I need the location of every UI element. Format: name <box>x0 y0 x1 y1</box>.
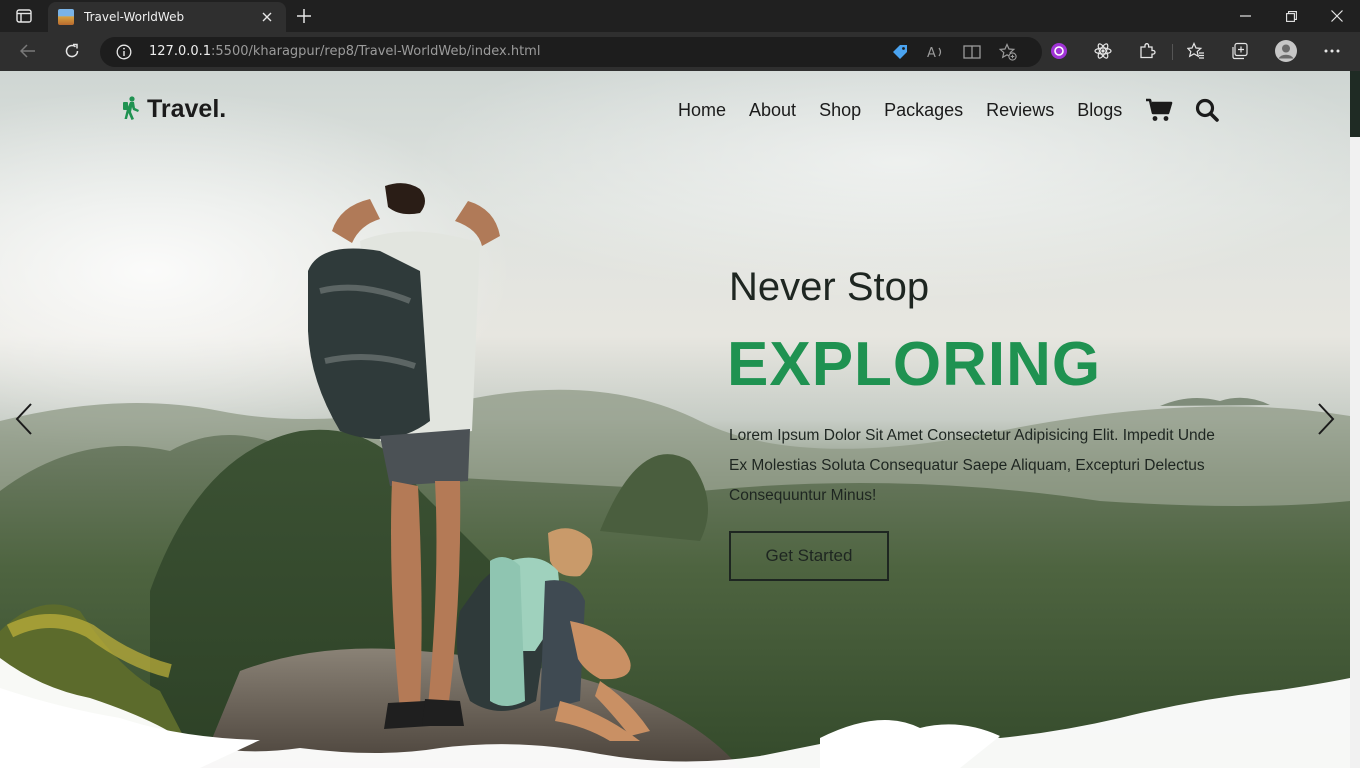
favicon-icon <box>58 9 74 25</box>
url-path: :5500/kharagpur/rep8/Travel-WorldWeb/ind… <box>211 44 541 59</box>
cart-icon[interactable] <box>1145 98 1173 122</box>
browser-tab[interactable]: Travel-WorldWeb <box>48 2 286 32</box>
search-icon[interactable] <box>1195 98 1220 122</box>
plus-icon[interactable] <box>292 5 316 27</box>
chevron-right-icon[interactable] <box>1314 401 1338 437</box>
hero-banner: Travel. Home About Shop Packages Reviews… <box>0 71 1350 768</box>
nav-blogs[interactable]: Blogs <box>1077 100 1122 121</box>
tab-actions-icon[interactable] <box>10 6 38 26</box>
more-icon[interactable] <box>1318 38 1346 64</box>
nav-shop[interactable]: Shop <box>819 100 861 121</box>
react-icon[interactable] <box>1089 38 1117 64</box>
window-close-icon[interactable] <box>1314 0 1360 32</box>
tab-title: Travel-WorldWeb <box>84 10 185 24</box>
site-logo[interactable]: Travel. <box>121 95 226 124</box>
read-aloud-icon[interactable]: A <box>926 43 946 61</box>
address-bar[interactable]: 127.0.0.1:5500/kharagpur/rep8/Travel-Wor… <box>100 37 1042 67</box>
toolbar-divider <box>1172 44 1173 60</box>
restore-icon[interactable] <box>1268 0 1314 32</box>
mist-overlay <box>0 658 1350 768</box>
nav-about[interactable]: About <box>749 100 796 121</box>
page-scrollbar[interactable] <box>1350 71 1360 768</box>
refresh-icon[interactable] <box>58 38 86 64</box>
get-started-button[interactable]: Get Started <box>729 531 889 581</box>
minimize-icon[interactable] <box>1222 0 1268 32</box>
browser-toolbar: 127.0.0.1:5500/kharagpur/rep8/Travel-Wor… <box>0 32 1360 71</box>
logo-text: Travel. <box>147 95 227 123</box>
page-viewport: Travel. Home About Shop Packages Reviews… <box>0 71 1360 768</box>
close-icon[interactable] <box>258 8 276 26</box>
add-favorite-icon[interactable] <box>998 43 1018 61</box>
extension-icon[interactable] <box>1045 38 1073 64</box>
profile-icon[interactable] <box>1272 38 1300 64</box>
chevron-left-icon[interactable] <box>12 401 36 437</box>
back-arrow-icon[interactable] <box>14 38 42 64</box>
scrollbar-thumb[interactable] <box>1350 71 1360 137</box>
puzzle-icon[interactable] <box>1133 38 1161 64</box>
collections-icon[interactable] <box>1226 38 1254 64</box>
hero-title: EXPLORING <box>727 330 1102 399</box>
immersive-reader-icon[interactable] <box>962 43 982 61</box>
url-text[interactable]: 127.0.0.1:5500/kharagpur/rep8/Travel-Wor… <box>149 44 540 59</box>
nav-reviews[interactable]: Reviews <box>986 100 1054 121</box>
browser-titlebar: Travel-WorldWeb <box>0 0 1360 32</box>
tag-icon[interactable] <box>890 43 910 61</box>
nav-home[interactable]: Home <box>678 100 726 121</box>
url-host: 127.0.0.1 <box>149 44 212 59</box>
hiker-icon <box>121 95 141 124</box>
hero-pretitle: Never Stop <box>729 265 930 309</box>
hero-description: Lorem Ipsum Dolor Sit Amet Consectetur A… <box>729 427 1215 504</box>
favorites-icon[interactable] <box>1182 38 1210 64</box>
svg-text:A: A <box>927 46 936 60</box>
main-nav: Home About Shop Packages Reviews Blogs <box>678 98 1241 122</box>
info-icon[interactable] <box>116 44 132 60</box>
nav-packages[interactable]: Packages <box>884 100 963 121</box>
